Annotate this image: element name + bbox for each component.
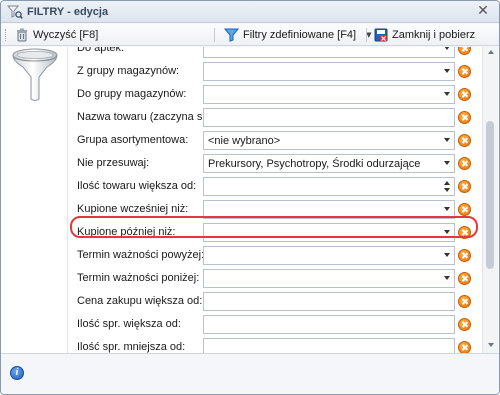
funnel-large-icon	[12, 48, 58, 101]
filter-row: Cena zakupu większa od:	[68, 290, 480, 313]
chevron-down-icon[interactable]	[444, 207, 450, 211]
filter-side-pane	[1, 47, 67, 353]
status-bar: i	[1, 353, 499, 394]
filter-row-label: Nazwa towaru (zaczyna się):	[77, 111, 218, 123]
filter-text-input[interactable]	[203, 108, 455, 127]
clear-filter-icon[interactable]	[458, 65, 471, 78]
filter-dropdown[interactable]	[203, 269, 455, 288]
info-icon[interactable]: i	[10, 366, 24, 380]
window-title: FILTRY - edycja	[27, 6, 109, 18]
vertical-scrollbar[interactable]	[482, 47, 498, 353]
filter-row: Nazwa towaru (zaczyna się):	[68, 106, 480, 129]
clear-filter-icon[interactable]	[458, 203, 471, 216]
chevron-down-icon[interactable]	[444, 230, 450, 234]
filter-row-label: Kupione wcześniej niż:	[77, 203, 189, 215]
filter-dropdown[interactable]	[203, 47, 455, 58]
filter-row: Ilość spr. mniejsza od:	[68, 336, 480, 353]
filter-row: Ilość towaru większa od:	[68, 175, 480, 198]
clear-filter-icon[interactable]	[458, 180, 471, 193]
clear-filter-icon[interactable]	[458, 47, 471, 55]
filter-row: Nie przesuwaj: Prekursory, Psychotropy, Ś…	[68, 152, 480, 175]
filter-row-label: Ilość towaru większa od:	[77, 180, 197, 192]
filter-dropdown[interactable]	[203, 246, 455, 265]
filter-text-input[interactable]	[203, 292, 455, 311]
spinner-arrows-icon[interactable]	[444, 180, 451, 193]
filter-row: Termin ważności powyżej:	[68, 244, 480, 267]
filter-row: Z grupy magazynów:	[68, 60, 480, 83]
scrollbar-thumb[interactable]	[486, 121, 494, 269]
filter-row: Kupione wcześniej niż:	[68, 198, 480, 221]
filter-row: Kupione później niż:	[68, 221, 480, 244]
chevron-down-icon[interactable]	[444, 138, 450, 142]
filter-row-label: Z grupy magazynów:	[77, 65, 180, 77]
defined-filters-label: Filtry zdefiniowane [F4]	[243, 29, 357, 41]
filter-dropdown[interactable]: Prekursory, Psychotropy, Środki odurzają…	[203, 154, 455, 173]
scroll-up-arrow-icon[interactable]	[488, 50, 494, 54]
filter-row-label: Ilość spr. mniejsza od:	[77, 341, 186, 353]
funnel-icon	[224, 28, 239, 42]
clear-filter-icon[interactable]	[458, 226, 471, 239]
clear-filter-icon[interactable]	[458, 295, 471, 308]
filter-rows: Do aptek: Z grupy magazynów: Do grupy maga…	[68, 47, 480, 353]
clear-filter-icon[interactable]	[458, 134, 471, 147]
filter-row: Grupa asortymentowa: <nie wybrano>	[68, 129, 480, 152]
filter-row: Termin ważności poniżej:	[68, 267, 480, 290]
clear-filter-icon[interactable]	[458, 341, 471, 353]
filter-row-label: Ilość spr. większa od:	[77, 318, 181, 330]
title-bar[interactable]: FILTRY - edycja ✕	[1, 1, 499, 23]
filter-row-label: Termin ważności powyżej:	[77, 249, 205, 261]
filter-dropdown[interactable]: <nie wybrano>	[203, 131, 455, 150]
chevron-down-icon[interactable]	[444, 161, 450, 165]
clear-button[interactable]: Wyczyść [F8]	[15, 27, 98, 43]
chevron-down-icon[interactable]	[444, 69, 450, 73]
filter-dropdown[interactable]	[203, 62, 455, 81]
filter-value: Prekursory, Psychotropy, Środki odurzają…	[208, 158, 421, 170]
chevron-down-icon[interactable]	[444, 47, 450, 50]
defined-filters-button[interactable]: Filtry zdefiniowane [F4] ▼	[224, 27, 372, 43]
clear-filter-icon[interactable]	[458, 88, 471, 101]
clear-filter-icon[interactable]	[458, 272, 471, 285]
toolbar-separator	[214, 28, 215, 42]
filter-row: Do grupy magazynów:	[68, 83, 480, 106]
filter-edit-window: FILTRY - edycja ✕ Wyczyść [F8] Filtry zd…	[0, 0, 500, 395]
filter-dropdown[interactable]	[203, 200, 455, 219]
close-save-icon	[374, 28, 388, 42]
filter-row-label: Termin ważności poniżej:	[77, 272, 200, 284]
chevron-down-icon[interactable]	[444, 276, 450, 280]
clear-filter-icon[interactable]	[458, 318, 471, 331]
clear-filter-icon[interactable]	[458, 111, 471, 124]
filter-value: <nie wybrano>	[208, 135, 281, 147]
filter-row-label: Nie przesuwaj:	[77, 157, 150, 169]
filter-text-input[interactable]	[203, 338, 455, 353]
filter-dropdown[interactable]	[203, 223, 455, 242]
toolbar: Wyczyść [F8] Filtry zdefiniowane [F4] ▼ …	[1, 24, 499, 46]
filter-row-label: Cena zakupu większa od:	[77, 295, 203, 307]
filter-row: Do aptek:	[68, 47, 480, 60]
filter-row: Ilość spr. większa od:	[68, 313, 480, 336]
filter-row-label: Grupa asortymentowa:	[77, 134, 189, 146]
trash-icon	[17, 28, 27, 42]
close-and-fetch-button[interactable]: Zamknij i pobierz	[374, 27, 475, 43]
clear-filter-icon[interactable]	[458, 249, 471, 262]
filter-row-label: Do aptek:	[77, 47, 125, 54]
filter-dropdown[interactable]	[203, 85, 455, 104]
toolbar-separator	[366, 28, 367, 42]
toolbar-grip[interactable]	[5, 29, 8, 41]
scroll-down-arrow-icon[interactable]	[488, 343, 494, 347]
close-window-button[interactable]: ✕	[475, 4, 491, 20]
filter-row-label: Do grupy magazynów:	[77, 88, 187, 100]
filter-content: Do aptek: Z grupy magazynów: Do grupy maga…	[1, 47, 499, 353]
clear-button-label: Wyczyść [F8]	[33, 29, 99, 41]
chevron-down-icon[interactable]	[444, 92, 450, 96]
close-and-fetch-label: Zamknij i pobierz	[392, 29, 476, 41]
filter-number-input[interactable]	[203, 177, 455, 196]
funnel-search-icon	[7, 5, 23, 19]
filter-text-input[interactable]	[203, 315, 455, 334]
chevron-down-icon[interactable]	[444, 253, 450, 257]
clear-filter-icon[interactable]	[458, 157, 471, 170]
filter-row-label: Kupione później niż:	[77, 226, 176, 238]
